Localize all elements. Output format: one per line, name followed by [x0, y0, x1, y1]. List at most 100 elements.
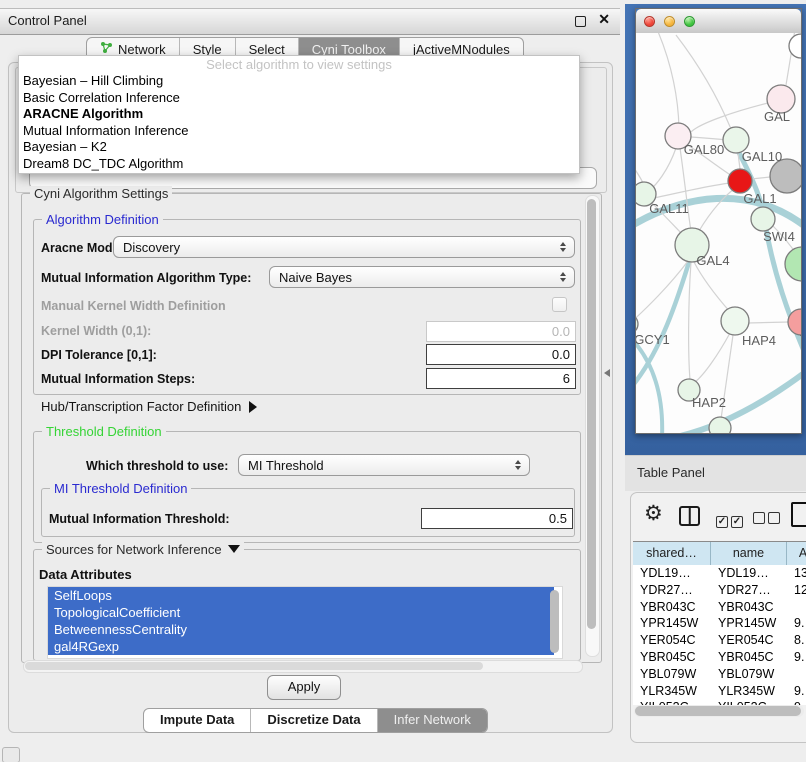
table-panel: ⚙ ✓✓ shared…nameA YDL19…YDL19…13YDR27…YD… [630, 492, 806, 743]
kernel-width-field[interactable]: 0.0 [426, 321, 576, 342]
node-label-gal1: GAL1 [743, 191, 776, 206]
minimize-traffic-light-icon[interactable] [664, 16, 675, 27]
table-row[interactable]: YBR043CYBR043C [633, 599, 806, 616]
mi-algorithm-type-value: Naive Bayes [279, 270, 352, 285]
network-node[interactable] [709, 417, 731, 433]
table-cell: 13 [787, 565, 806, 582]
close-traffic-light-icon[interactable] [644, 16, 655, 27]
cyni-bottom-tabs: Impute DataDiscretize DataInfer Network [143, 708, 488, 733]
network-window-titlebar[interactable] [636, 9, 801, 34]
table-row[interactable]: YBL079WYBL079W [633, 666, 806, 683]
manual-kernel-width-checkbox[interactable] [552, 297, 567, 312]
tab-impute-data[interactable]: Impute Data [144, 709, 251, 732]
hub-definition-disclosure[interactable]: Hub/Transcription Factor Definition [41, 399, 257, 414]
network-node[interactable] [770, 159, 801, 193]
table-cell: YBL079W [711, 666, 787, 683]
algorithm-option-dream8-dc-tdc-algorithm[interactable]: Dream8 DC_TDC Algorithm [19, 156, 579, 173]
attribute-item-betweennesscentrality[interactable]: BetweennessCentrality [48, 621, 554, 638]
mi-threshold-group-title: MI Threshold Definition [50, 481, 191, 496]
table-horizontal-scrollbar[interactable] [634, 705, 804, 717]
column-header-a[interactable]: A [787, 542, 806, 566]
close-icon[interactable]: ✕ [598, 11, 610, 28]
table-row[interactable]: YER054CYER054C8. [633, 632, 806, 649]
table-row[interactable]: YLR345WYLR345W9. [633, 683, 806, 700]
columns-icon[interactable] [679, 506, 700, 526]
which-threshold-value: MI Threshold [248, 458, 324, 473]
list-scrollbar[interactable] [550, 590, 559, 653]
tab-discretize-data[interactable]: Discretize Data [251, 709, 377, 732]
table-body: YDL19…YDL19…13YDR27…YDR27…12YBR043CYBR04… [633, 565, 806, 705]
attribute-item-selfloops[interactable]: SelfLoops [48, 587, 554, 604]
table-row[interactable]: YBR045CYBR045C9. [633, 649, 806, 666]
disclosure-collapsed-icon [249, 401, 257, 413]
table-cell: YBR043C [711, 599, 787, 616]
which-threshold-combo[interactable]: MI Threshold [238, 454, 530, 476]
column-header-name[interactable]: name [711, 542, 787, 566]
mi-threshold-field[interactable]: 0.5 [421, 508, 573, 529]
algorithm-dropdown-list: Select algorithm to view settings Bayesi… [18, 55, 580, 174]
network-canvas[interactable]: GALGAL80GAL10GAL1GAL11SWI4GAL4GCY1HAP4YH… [636, 33, 801, 433]
dpi-tolerance-field[interactable]: 0.0 [426, 344, 576, 365]
network-node-hap4[interactable] [721, 307, 749, 335]
combo-spinner-icon [560, 272, 566, 282]
algorithm-option-mutual-information-inference[interactable]: Mutual Information Inference [19, 123, 579, 140]
gear-icon[interactable]: ⚙ [644, 501, 663, 526]
scrollbar-thumb[interactable] [587, 199, 596, 629]
panel-title: Control Panel [8, 13, 87, 28]
scrollbar-thumb[interactable] [635, 706, 801, 716]
data-attributes-label: Data Attributes [39, 567, 132, 582]
mi-steps-field[interactable]: 6 [426, 368, 576, 389]
algorithm-option-aracne-algorithm[interactable]: ARACNE Algorithm [19, 106, 579, 123]
scrollbar-thumb[interactable] [25, 662, 483, 670]
table-cell: 12 [787, 582, 806, 599]
table-row[interactable]: YPR145WYPR145W9. [633, 615, 806, 632]
zoom-traffic-light-icon[interactable] [684, 16, 695, 27]
mi-algorithm-type-combo[interactable]: Naive Bayes [269, 266, 575, 288]
control-panel-titlebar: Control Panel ✕ [0, 8, 620, 35]
table-row[interactable]: YDL19…YDL19…13 [633, 565, 806, 582]
table-cell: YER054C [711, 632, 787, 649]
table-cell: YBR045C [711, 649, 787, 666]
hub-definition-label: Hub/Transcription Factor Definition [41, 399, 241, 414]
table-row[interactable]: YDR27…YDR27…12 [633, 582, 806, 599]
attribute-item-topologicalcoefficient[interactable]: TopologicalCoefficient [48, 604, 554, 621]
attribute-item-gal4rgexp[interactable]: gal4RGexp [48, 638, 554, 655]
settings-vertical-scrollbar[interactable] [585, 195, 600, 657]
algorithm-option-bayesian-hill-climbing[interactable]: Bayesian – Hill Climbing [19, 73, 579, 90]
corner-grip-icon[interactable] [2, 747, 20, 762]
table-panel-title: Table Panel [637, 465, 705, 480]
data-attributes-list: SelfLoopsTopologicalCoefficientBetweenne… [47, 586, 563, 659]
table-cell: YDL19… [711, 565, 787, 582]
aracne-mode-combo[interactable]: Discovery [113, 236, 575, 258]
node-label-y: Y [800, 332, 801, 347]
table-header-row: shared…nameA [633, 541, 806, 567]
apply-button[interactable]: Apply [267, 675, 341, 700]
mi-steps-label: Mutual Information Steps: [41, 372, 195, 386]
float-window-icon[interactable] [575, 16, 586, 27]
document-icon[interactable] [791, 502, 806, 527]
node-label-gal11: GAL11 [649, 201, 689, 216]
kernel-width-label: Kernel Width (0,1): [41, 324, 151, 338]
algorithm-option-bayesian-k2[interactable]: Bayesian – K2 [19, 139, 579, 156]
deselect-all-checkboxes-icon[interactable] [753, 511, 783, 529]
node-label-gcy1: GCY1 [636, 332, 670, 347]
network-node-swi4[interactable] [751, 207, 775, 231]
splitter-resize-icon[interactable] [604, 369, 610, 377]
combo-spinner-icon [560, 242, 566, 252]
network-node[interactable] [785, 247, 801, 281]
settings-horizontal-scrollbar[interactable] [23, 660, 583, 673]
tab-infer-network[interactable]: Infer Network [378, 709, 487, 732]
node-label-gal80: GAL80 [684, 142, 724, 157]
table-cell: YDL19… [633, 565, 711, 582]
table-cell: YLR345W [633, 683, 711, 700]
table-cell: YBL079W [633, 666, 711, 683]
select-all-checkboxes-icon[interactable]: ✓✓ [716, 511, 746, 529]
column-header-shared-[interactable]: shared… [633, 542, 711, 566]
which-threshold-label: Which threshold to use: [86, 459, 228, 473]
table-cell: YBR045C [633, 649, 711, 666]
network-node-gal1[interactable] [728, 169, 752, 193]
algorithm-option-basic-correlation-inference[interactable]: Basic Correlation Inference [19, 90, 579, 107]
aracne-mode-label: Aracne Mode: [41, 241, 124, 255]
node-label-gal: GAL [764, 109, 790, 124]
table-cell: YPR145W [633, 615, 711, 632]
